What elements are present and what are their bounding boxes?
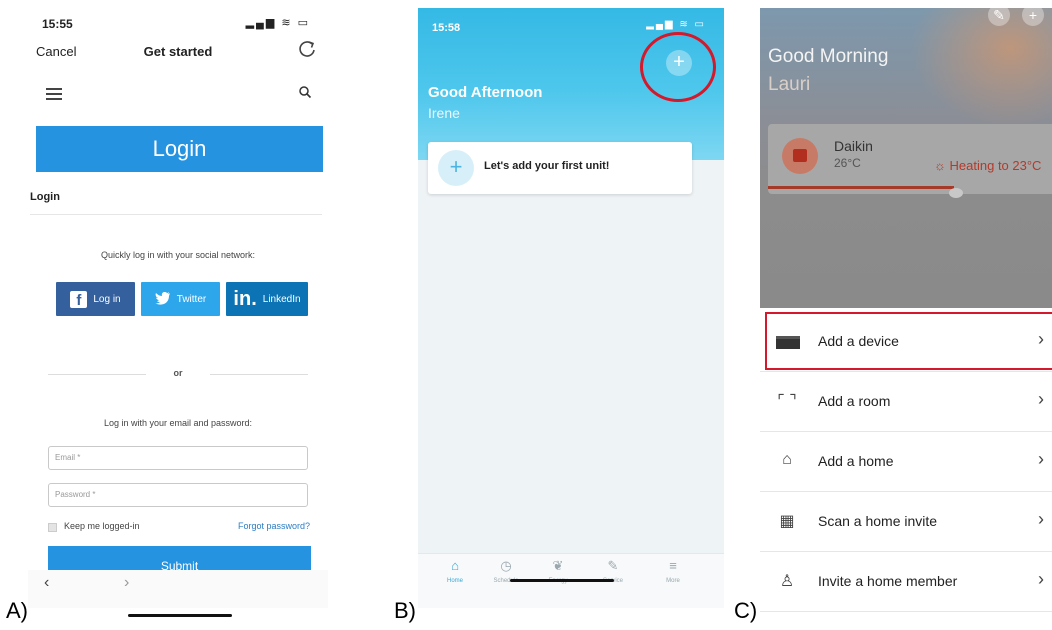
wrench-icon: ✎ <box>607 558 619 573</box>
add-person-icon: ♙ <box>779 573 795 590</box>
facebook-icon: f <box>70 290 88 309</box>
password-field[interactable]: Password * <box>48 483 308 507</box>
greeting: Good Morning <box>768 46 889 67</box>
status-time: 15:55 <box>42 17 73 31</box>
menu-item-add-home[interactable]: ⌂ Add a home › <box>760 432 1052 492</box>
linkedin-login-button[interactable]: in. LinkedIn <box>226 282 308 316</box>
linkedin-login-label: LinkedIn <box>262 293 301 305</box>
or-separator: or <box>173 368 183 378</box>
menu-item-label: Scan a home invite <box>818 513 938 529</box>
add-first-unit-card[interactable]: + Let's add your first unit! <box>428 142 692 194</box>
social-login-caption: Quickly log in with your social network: <box>100 250 256 260</box>
menu-item-invite-member[interactable]: ♙ Invite a home member › <box>760 552 1052 612</box>
temperature-slider-track[interactable] <box>768 186 954 189</box>
panel-label-c: C) <box>734 598 758 623</box>
home-icon: ⌂ <box>782 451 792 468</box>
chevron-right-icon: › <box>1038 569 1044 589</box>
highlight-box <box>765 312 1052 370</box>
qr-scan-icon: ▦ <box>779 513 795 530</box>
user-name: Irene <box>428 105 460 121</box>
twitter-login-label: Twitter <box>176 293 207 305</box>
login-banner: Login <box>36 126 323 172</box>
more-menu-icon: ≡ <box>669 558 677 573</box>
panel-label-b: B) <box>394 598 416 623</box>
home-indicator-b <box>510 579 614 582</box>
facebook-login-button[interactable]: f Log in <box>56 282 135 316</box>
panel-a-login-screen: 15:55 ▂▄▆ ≋ ▭ Cancel Get started Login L… <box>28 8 328 608</box>
chevron-right-icon: › <box>1038 449 1044 469</box>
or-divider-right <box>210 374 308 375</box>
login-subheading: Login <box>30 191 60 203</box>
plus-circle-icon: + <box>438 150 474 186</box>
leaf-icon: ❦ <box>552 558 564 573</box>
chevron-right-icon: › <box>1038 509 1044 529</box>
panel-c-add-menu: ✎ + Good Morning Lauri Daikin 26°C ☼ Hea… <box>760 8 1052 622</box>
menu-item-add-room[interactable]: ⌜ ⌝ Add a room › <box>760 372 1052 432</box>
room-bracket-icon: ⌜ ⌝ <box>777 393 797 410</box>
divider <box>30 214 322 215</box>
email-login-caption: Log in with your email and password: <box>103 418 253 428</box>
panel-b-daikin-home: 15:58 ▂▄▆ ≋ ▭ + Good Afternoon Irene + L… <box>418 8 724 608</box>
highlight-circle <box>640 32 716 102</box>
heating-status: ☼ Heating to 23°C <box>934 158 1042 173</box>
twitter-login-button[interactable]: Twitter <box>141 282 220 316</box>
panel-label-a: A) <box>6 598 28 623</box>
home-indicator-a <box>128 614 232 617</box>
search-icon[interactable] <box>298 85 312 99</box>
email-field[interactable]: Email * <box>48 446 308 470</box>
menu-item-label: Invite a home member <box>818 573 958 589</box>
hamburger-menu-icon[interactable] <box>46 88 62 100</box>
tab-home[interactable]: ⌂ Home <box>430 558 480 584</box>
menu-item-scan-invite[interactable]: ▦ Scan a home invite › <box>760 492 1052 552</box>
tab-more[interactable]: ≡ More <box>648 558 698 584</box>
status-icons: ▂▄▆ ≋ ▭ <box>646 19 706 30</box>
ac-unit-icon <box>782 138 818 174</box>
header-glow <box>910 8 1052 128</box>
device-temperature: 26°C <box>834 156 861 170</box>
add-first-unit-label: Let's add your first unit! <box>484 160 610 172</box>
tab-label: Home <box>446 578 463 584</box>
browser-toolbar <box>28 570 328 608</box>
status-time: 15:58 <box>432 22 461 34</box>
menu-item-label: Add a home <box>818 453 894 469</box>
temperature-slider-handle[interactable] <box>949 188 963 198</box>
home-icon: ⌂ <box>451 558 459 573</box>
facebook-login-label: Log in <box>93 293 121 305</box>
reload-icon[interactable] <box>296 38 318 60</box>
forward-arrow-icon[interactable]: › <box>124 574 129 592</box>
device-card[interactable]: Daikin 26°C ☼ Heating to 23°C <box>768 124 1052 194</box>
back-arrow-icon[interactable]: ‹ <box>44 574 49 592</box>
page-title: Get started <box>143 44 213 59</box>
tab-label: More <box>666 578 680 584</box>
menu-item-label: Add a room <box>818 393 891 409</box>
keep-logged-in-label: Keep me logged-in <box>64 521 140 531</box>
chevron-right-icon: › <box>1038 389 1044 409</box>
clock-icon: ◷ <box>500 558 512 573</box>
status-icons: ▂▄▆ ≋ ▭ <box>245 17 310 29</box>
forgot-password-link[interactable]: Forgot password? <box>238 521 310 531</box>
greeting: Good Afternoon <box>428 84 543 101</box>
linkedin-icon: in. <box>233 288 257 310</box>
twitter-bird-icon <box>154 291 171 308</box>
keep-logged-in-checkbox[interactable] <box>48 523 57 532</box>
device-name: Daikin <box>834 138 873 154</box>
user-name: Lauri <box>768 74 811 95</box>
